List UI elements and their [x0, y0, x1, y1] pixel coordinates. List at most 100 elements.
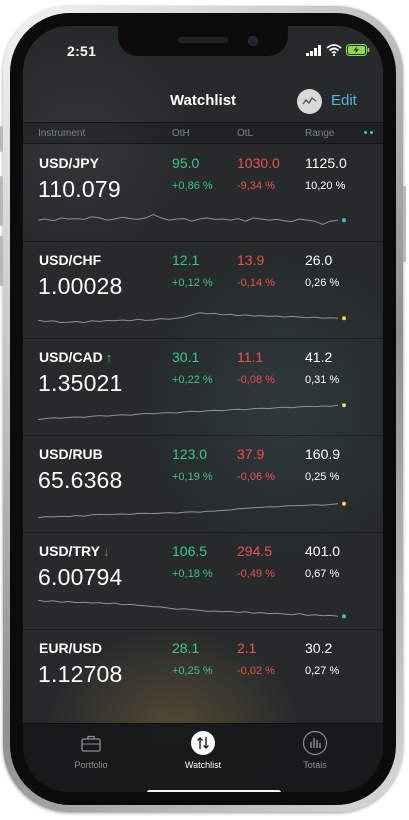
otl-value: 11.1 — [237, 349, 264, 365]
watchlist-row[interactable]: USD/RUB 65.6368 123.0 +0,19 % 37.9 -0,06 % 160… — [23, 435, 383, 533]
instrument-symbol: USD/JPY — [39, 155, 99, 171]
instrument-symbol: USD/RUB — [39, 446, 103, 462]
trend-arrow-icon: ↑ — [105, 350, 113, 365]
otl-percent: -0,49 % — [237, 568, 275, 580]
tab-watchlist-label: Watchlist — [184, 760, 222, 770]
sparkline-path — [37, 404, 339, 421]
range-percent: 0,27 % — [305, 665, 340, 677]
oth-percent: +0,25 % — [172, 665, 213, 677]
column-header-range[interactable]: Range — [305, 128, 334, 139]
watchlist-row[interactable]: USD/CAD ↑ 1.35021 30.1 +0,22 % 11.1 -0,08 % 41.… — [23, 338, 383, 436]
page-title: Watchlist — [169, 92, 237, 109]
sparkline-end-dot — [342, 218, 346, 223]
sparkline-chart — [37, 312, 346, 324]
oth-value: 12.1 — [172, 252, 200, 268]
oth-value: 106.5 — [172, 543, 208, 559]
signal-icon — [306, 44, 321, 56]
oth-percent: +0,19 % — [172, 471, 213, 483]
wifi-icon — [326, 44, 342, 56]
tab-totals-label: Totals — [303, 760, 327, 770]
otl-value: 294.5 — [237, 543, 273, 559]
tab-bar: Portfolio Watchlist Totals — [23, 723, 383, 792]
mute-switch — [0, 126, 3, 152]
status-time: 2:51 — [67, 43, 97, 59]
sparkline-path — [37, 312, 339, 324]
speaker-grille — [178, 37, 228, 43]
oth-percent: +0,22 % — [172, 374, 213, 386]
oth-value: 28.1 — [172, 640, 200, 656]
sparkline-chart — [37, 403, 346, 421]
oth-percent: +0,18 % — [172, 568, 213, 580]
range-value: 41.2 — [305, 349, 333, 365]
range-value: 30.2 — [305, 640, 333, 656]
range-percent: 0,67 % — [305, 568, 340, 580]
power-button — [403, 186, 406, 262]
column-header-bar: Instrument OtH OtL Range — [23, 122, 383, 144]
oth-value: 95.0 — [172, 155, 200, 171]
watchlist-row[interactable]: USD/JPY 110.079 95.0 +0,86 % 1030.0 -9,34 % 11… — [23, 144, 383, 242]
sparkline-path — [37, 599, 339, 617]
instrument-symbol: EUR/USD — [39, 640, 103, 656]
edit-button[interactable]: Edit — [331, 92, 357, 109]
watchlist-row[interactable]: USD/CHF 1.00028 12.1 +0,12 % 13.9 -0,14 % 26.0… — [23, 241, 383, 339]
instrument-price: 110.079 — [38, 176, 121, 202]
sparkline-end-dot — [342, 501, 346, 506]
sparkline-end-dot — [342, 403, 346, 408]
tab-portfolio-label: Portfolio — [74, 760, 108, 770]
oth-value: 123.0 — [172, 446, 208, 462]
arrows-swap-icon — [191, 731, 215, 755]
bezel: 2:51 Watchlist Edit Instrument OtH OtL R… — [10, 13, 396, 805]
watchlist-row[interactable]: EUR/USD 1.12708 28.1 +0,25 % 2.1 -0,02 % 30.2 0… — [23, 629, 383, 727]
otl-value: 37.9 — [237, 446, 265, 462]
battery-charging-icon — [346, 44, 370, 56]
trend-arrow-icon: ↓ — [102, 544, 110, 559]
sparkline-chart — [37, 501, 346, 519]
column-header-oth[interactable]: OtH — [172, 128, 190, 139]
home-indicator[interactable] — [147, 790, 281, 792]
chart-toggle-button[interactable] — [297, 89, 322, 114]
oth-percent: +0,86 % — [172, 180, 213, 192]
tab-watchlist[interactable]: Watchlist — [163, 730, 243, 770]
tab-portfolio[interactable]: Portfolio — [51, 730, 131, 770]
range-percent: 0,31 % — [305, 374, 340, 386]
instrument-symbol: USD/TRY ↓ — [39, 543, 110, 559]
instrument-price: 1.12708 — [38, 661, 123, 687]
instrument-symbol: USD/CHF — [39, 252, 102, 268]
oth-percent: +0,12 % — [172, 277, 213, 289]
page-dots-icon[interactable] — [364, 131, 373, 134]
instrument-price: 1.35021 — [38, 370, 123, 396]
otl-percent: -0,14 % — [237, 277, 275, 289]
volume-up-button — [0, 176, 3, 226]
instrument-symbol: USD/CAD ↑ — [39, 349, 113, 365]
otl-value: 1030.0 — [237, 155, 280, 171]
instrument-price: 65.6368 — [38, 467, 123, 493]
range-value: 1125.0 — [305, 155, 347, 171]
range-value: 160.9 — [305, 446, 341, 462]
range-value: 401.0 — [305, 543, 341, 559]
line-chart-icon — [302, 96, 317, 105]
column-header-instrument[interactable]: Instrument — [38, 128, 85, 139]
bar-chart-icon — [302, 730, 328, 756]
otl-value: 2.1 — [237, 640, 257, 656]
range-percent: 10,20 % — [305, 180, 346, 192]
tab-totals[interactable]: Totals — [275, 730, 355, 770]
sparkline-chart — [37, 214, 346, 226]
instrument-price: 1.00028 — [38, 273, 123, 299]
briefcase-icon — [81, 735, 101, 752]
otl-percent: -0,02 % — [237, 665, 275, 677]
range-value: 26.0 — [305, 252, 333, 268]
status-icons — [306, 44, 370, 56]
notch — [118, 26, 288, 56]
watchlist-row[interactable]: USD/TRY ↓ 6.00794 106.5 +0,18 % 294.5 -0,49 % 4… — [23, 532, 383, 630]
sparkline-path — [37, 214, 339, 226]
range-percent: 0,26 % — [305, 277, 340, 289]
front-camera — [248, 36, 258, 46]
screen: 2:51 Watchlist Edit Instrument OtH OtL R… — [23, 26, 383, 792]
phone-frame: 2:51 Watchlist Edit Instrument OtH OtL R… — [0, 6, 406, 812]
column-header-otl[interactable]: OtL — [237, 128, 253, 139]
sparkline-end-dot — [342, 316, 346, 321]
sparkline-chart — [37, 599, 346, 619]
sparkline-end-dot — [342, 614, 346, 619]
sparkline-path — [37, 503, 339, 519]
oth-value: 30.1 — [172, 349, 200, 365]
